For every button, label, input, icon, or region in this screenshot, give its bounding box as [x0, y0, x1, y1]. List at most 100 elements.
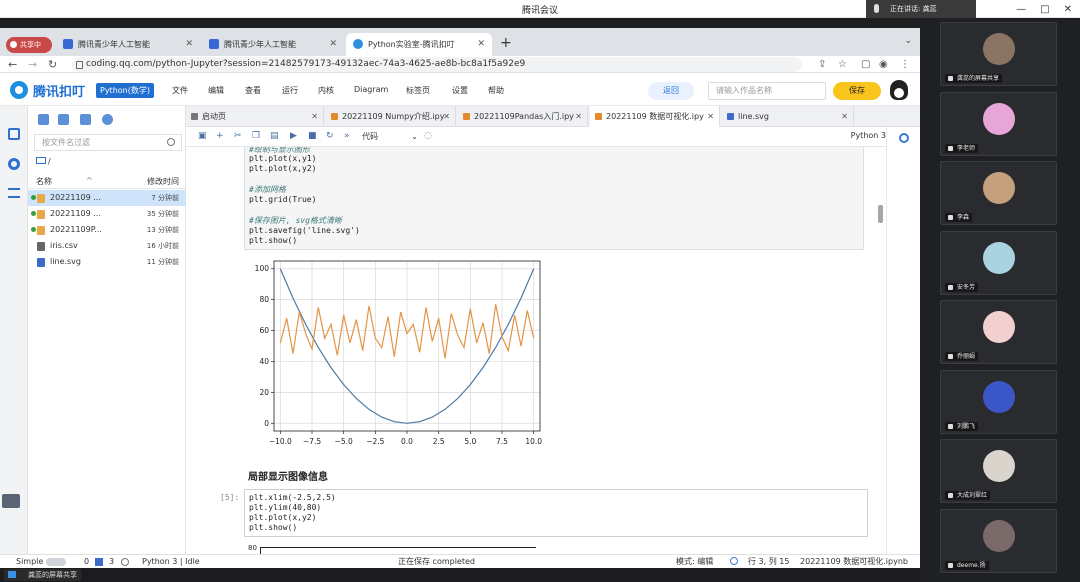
property-inspector-icon[interactable]	[899, 133, 909, 143]
close-button[interactable]: ✕	[1064, 4, 1072, 15]
notebook-tab-bar: 启动页 ✕ 20221109 Numpy介绍.ipy ✕ 20221109Panda…	[186, 106, 920, 127]
run-icon[interactable]: ▶	[290, 131, 297, 141]
tab-close-icon[interactable]: ✕	[575, 106, 582, 127]
tab-close-icon[interactable]: ✕	[443, 106, 450, 127]
file-time: 7 分钟前	[151, 194, 179, 202]
participant-tile[interactable]: deeme.扬	[940, 509, 1057, 573]
browser-tab[interactable]: 腾讯青少年人工智能 ✕	[56, 33, 200, 56]
folder-icon[interactable]	[8, 128, 20, 140]
menu-file[interactable]: 文件	[172, 85, 188, 96]
browser-menu-icon[interactable]: ⋮	[900, 59, 910, 70]
scrollbar-thumb[interactable]	[878, 205, 883, 223]
tab-launcher[interactable]: 启动页 ✕	[186, 106, 324, 127]
kernel-status[interactable]: Python 3 | Idle	[142, 555, 200, 568]
breadcrumb[interactable]: /	[36, 157, 51, 166]
participant-tile[interactable]: 大成刘翠红	[940, 439, 1057, 503]
code-line: plt.grid(True)	[249, 195, 317, 204]
browser-tab[interactable]: 腾讯青少年人工智能 ✕	[202, 33, 344, 56]
column-name-header[interactable]: 名称	[36, 176, 52, 187]
tab-image[interactable]: line.svg ✕	[722, 106, 854, 127]
participant-tile[interactable]: 乔丽娟	[940, 300, 1057, 364]
tab-close-icon[interactable]: ✕	[185, 33, 193, 56]
file-list-header: 名称 ^ 修改时间	[28, 175, 186, 189]
maximize-button[interactable]: □	[1040, 4, 1049, 15]
simple-mode-label: Simple	[16, 557, 44, 566]
upload-icon[interactable]	[80, 114, 91, 125]
menu-edit[interactable]: 编辑	[208, 85, 224, 96]
code-cell-active[interactable]: plt.xlim(-2.5,2.5) plt.ylim(40,80) plt.p…	[244, 489, 868, 537]
refresh-icon[interactable]	[102, 114, 113, 125]
cell-type-select[interactable]: 代码 ⌄	[362, 130, 418, 144]
speaking-text: 正在讲话: 龚蕊	[890, 5, 937, 13]
new-launcher-icon[interactable]	[38, 114, 49, 125]
running-icon[interactable]	[8, 158, 20, 170]
stop-icon[interactable]: ■	[308, 131, 317, 141]
tab-close-icon[interactable]: ✕	[841, 106, 848, 127]
share-icon[interactable]: ⇪	[818, 59, 826, 70]
cut-icon[interactable]: ✂	[234, 131, 242, 141]
participant-tile[interactable]: 龚蕊的屏幕共享	[940, 22, 1057, 86]
save-button[interactable]: 保存	[833, 82, 881, 100]
cursor-position[interactable]: 行 3, 列 15	[748, 555, 789, 568]
save-icon[interactable]: ▣	[198, 131, 207, 141]
restart-icon[interactable]: ↻	[326, 131, 334, 141]
settings-icon[interactable]	[121, 558, 129, 566]
tab-close-icon[interactable]: ✕	[311, 106, 318, 127]
participant-tile[interactable]: 李老师	[940, 92, 1057, 156]
work-name-input[interactable]: 请输入作品名称	[708, 82, 826, 100]
url-field[interactable]: coding.qq.com/python-Jupyter?session=214…	[72, 57, 802, 72]
reload-icon[interactable]: ↻	[48, 58, 57, 71]
qq-penguin-icon[interactable]	[890, 80, 908, 100]
tab-notebook[interactable]: 20221109 Numpy介绍.ipy ✕	[326, 106, 456, 127]
menu-run[interactable]: 运行	[282, 85, 298, 96]
add-cell-icon[interactable]: +	[216, 131, 224, 141]
menu-settings[interactable]: 设置	[452, 85, 468, 96]
return-button[interactable]: 返回	[648, 82, 694, 100]
participant-tile[interactable]: 李森	[940, 161, 1057, 225]
participant-tile[interactable]: 刘鹏飞	[940, 370, 1057, 434]
participant-tile[interactable]: 安冬芳	[940, 231, 1057, 295]
tab-notebook-active[interactable]: 20221109 数据可视化.ipy ✕	[590, 106, 720, 127]
file-row[interactable]: iris.csv 16 小时前	[28, 238, 186, 254]
menu-diagram[interactable]: Diagram	[354, 85, 388, 94]
column-time-header[interactable]: 修改时间	[147, 176, 179, 187]
file-row[interactable]: 20221109 ... 7 分钟前	[28, 190, 186, 206]
menu-view[interactable]: 查看	[245, 85, 261, 96]
tab-close-icon[interactable]: ✕	[329, 33, 337, 56]
copy-icon[interactable]: ❐	[252, 131, 260, 141]
browser-tab-active[interactable]: Python实验室-腾讯扣叮 ✕	[346, 33, 492, 56]
list-view-icon[interactable]	[2, 494, 20, 508]
sort-icon[interactable]: ^	[86, 176, 93, 185]
paste-icon[interactable]: ▤	[270, 131, 279, 141]
file-row[interactable]: 20221109 ... 35 分钟前	[28, 206, 186, 222]
file-row[interactable]: line.svg 11 分钟前	[28, 254, 186, 270]
tab-notebook[interactable]: 20221109Pandas入门.ipy ✕	[458, 106, 588, 127]
menu-help[interactable]: 帮助	[488, 85, 504, 96]
extension-icon[interactable]: ◉	[879, 59, 888, 70]
kernel-name[interactable]: Python 3	[851, 131, 886, 140]
menu-tabs[interactable]: 标签页	[406, 85, 430, 96]
browser-tab-bar: 共享中 腾讯青少年人工智能 ✕ 腾讯青少年人工智能 ✕ Python实验室-腾讯扣叮…	[0, 28, 920, 56]
tab-search-button[interactable]: ⌄	[904, 36, 912, 46]
minimize-button[interactable]: —	[1016, 4, 1026, 15]
fast-forward-icon[interactable]: »	[344, 131, 350, 141]
file-filter-input[interactable]: 按文件名过滤	[34, 134, 182, 151]
menu-kernel[interactable]: 内核	[318, 85, 334, 96]
toc-icon[interactable]	[8, 188, 20, 198]
code-cell[interactable]: #绘制与显示图形 plt.plot(x,y1) plt.plot(x,y2) #…	[244, 147, 864, 250]
sidebar-toggle-icon[interactable]: ▢	[861, 59, 870, 70]
new-folder-icon[interactable]	[58, 114, 69, 125]
bookmark-star-icon[interactable]: ☆	[838, 59, 847, 70]
tab-favicon-icon	[63, 39, 73, 49]
screen-share-badge[interactable]: 龚蕊的屏幕共享	[4, 569, 81, 581]
code-line: #保存图片, svg格式清晰	[249, 216, 342, 225]
tab-close-icon[interactable]: ✕	[477, 33, 485, 56]
new-tab-button[interactable]: +	[500, 35, 512, 51]
launcher-icon	[191, 113, 198, 120]
tab-close-icon[interactable]: ✕	[707, 106, 714, 127]
back-arrow-icon[interactable]: ←	[8, 58, 17, 71]
avatar	[983, 381, 1015, 413]
forward-arrow-icon[interactable]: →	[28, 58, 37, 71]
simple-mode-toggle[interactable]	[46, 558, 66, 566]
file-row[interactable]: 20221109P... 13 分钟前	[28, 222, 186, 238]
